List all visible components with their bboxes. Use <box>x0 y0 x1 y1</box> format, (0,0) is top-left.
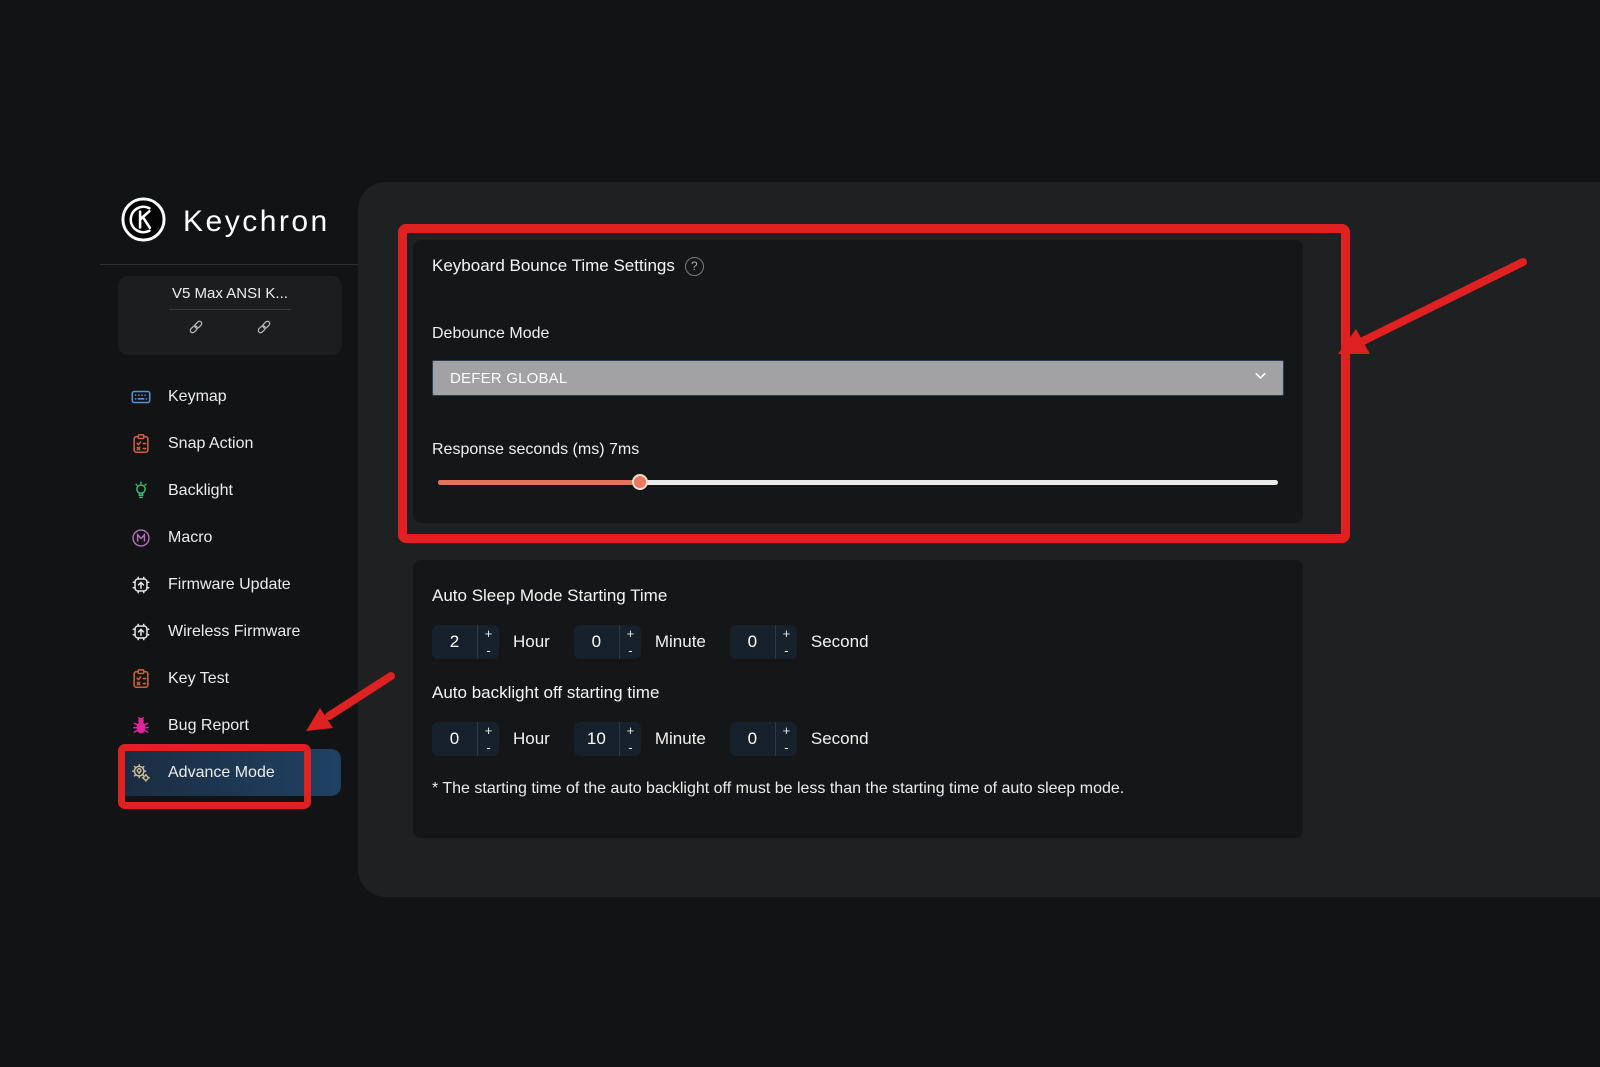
backlight-second-stepper: 0 + - Second <box>729 722 869 756</box>
device-card-divider <box>169 309 291 310</box>
clipboard-icon <box>130 433 152 455</box>
response-slider-handle[interactable] <box>631 474 648 490</box>
auto-sleep-title: Auto Sleep Mode Starting Time <box>432 586 668 605</box>
auto-backlight-title: Auto backlight off starting time <box>432 683 660 702</box>
sleep-second-stepper: 0 + - Second <box>729 625 869 659</box>
debounce-mode-select[interactable]: DEFER GLOBAL <box>432 360 1284 396</box>
decrement-button[interactable]: - <box>478 642 499 659</box>
auto-sleep-time-row: 2 + - Hour 0 + - Minute 0 + - Second <box>432 625 869 659</box>
sidebar-item-key-test[interactable]: Key Test <box>118 655 341 702</box>
second-unit-label: Second <box>810 632 869 651</box>
minute-unit-label: Minute <box>654 729 706 748</box>
sidebar-item-advance-mode[interactable]: Advance Mode <box>118 749 341 796</box>
sidebar-item-backlight[interactable]: Backlight <box>118 467 341 514</box>
macro-m-icon <box>130 527 152 549</box>
brand-logo: Keychron <box>120 196 330 248</box>
hour-unit-label: Hour <box>513 632 550 651</box>
sidebar-item-label: Bug Report <box>168 716 249 734</box>
help-icon[interactable]: ? <box>684 256 704 276</box>
chip-upload-icon <box>130 574 152 596</box>
bug-icon <box>130 715 152 737</box>
backlight-second-value: 0 <box>747 729 758 748</box>
increment-button[interactable]: + <box>478 625 499 642</box>
sleep-second-value: 0 <box>747 632 758 651</box>
increment-button[interactable]: + <box>776 722 797 739</box>
sidebar-item-label: Wireless Firmware <box>168 622 301 640</box>
decrement-button[interactable]: - <box>776 739 797 756</box>
second-unit-label: Second <box>810 729 869 748</box>
bounce-settings-title: Keyboard Bounce Time Settings <box>432 256 675 275</box>
auto-sleep-settings-card: Auto Sleep Mode Starting Time 2 + - Hour… <box>413 560 1303 838</box>
sidebar-menu: Keymap Snap Action Backlight Macro Firmw… <box>118 373 341 796</box>
link-icon[interactable] <box>187 318 205 336</box>
backlight-minute-value: 10 <box>586 729 606 748</box>
backlight-hour-value: 0 <box>449 729 460 748</box>
sidebar-item-label: Keymap <box>168 387 227 405</box>
brand-name: Keychron <box>183 205 330 238</box>
sidebar-item-macro[interactable]: Macro <box>118 514 341 561</box>
bounce-time-settings-card: Keyboard Bounce Time Settings ? Debounce… <box>413 240 1303 523</box>
sidebar-item-label: Macro <box>168 528 213 546</box>
debounce-mode-value: DEFER GLOBAL <box>450 369 568 387</box>
sidebar-item-wireless-firmware[interactable]: Wireless Firmware <box>118 608 341 655</box>
sidebar-item-label: Backlight <box>168 481 233 499</box>
keyboard-icon <box>130 386 152 408</box>
response-slider-fill <box>438 480 640 485</box>
sidebar-divider <box>100 264 358 265</box>
gear-bulb-icon <box>130 762 152 784</box>
decrement-button[interactable]: - <box>620 642 641 659</box>
device-name: V5 Max ANSI K... <box>172 285 288 302</box>
sidebar-item-label: Advance Mode <box>168 763 275 781</box>
sidebar-item-label: Firmware Update <box>168 575 291 593</box>
hour-unit-label: Hour <box>513 729 550 748</box>
sidebar: Keychron V5 Max ANSI K... Keymap Snap Ac… <box>0 0 358 1067</box>
backlight-hour-stepper: 0 + - Hour <box>432 722 550 756</box>
increment-button[interactable]: + <box>620 625 641 642</box>
sidebar-item-keymap[interactable]: Keymap <box>118 373 341 420</box>
increment-button[interactable]: + <box>478 722 499 739</box>
backlight-minute-stepper: 10 + - Minute <box>573 722 706 756</box>
sidebar-item-label: Snap Action <box>168 434 254 452</box>
sleep-minute-value: 0 <box>591 632 602 651</box>
response-slider[interactable] <box>438 474 1278 490</box>
chip-upload-icon <box>130 621 152 643</box>
chevron-down-icon <box>1252 367 1269 389</box>
sidebar-item-snap-action[interactable]: Snap Action <box>118 420 341 467</box>
device-card: V5 Max ANSI K... <box>118 276 342 355</box>
link-icon[interactable] <box>255 318 273 336</box>
sleep-hour-value: 2 <box>449 632 460 651</box>
decrement-button[interactable]: - <box>478 739 499 756</box>
auto-backlight-time-row: 0 + - Hour 10 + - Minute 0 + - Second <box>432 722 869 756</box>
increment-button[interactable]: + <box>620 722 641 739</box>
response-seconds-label: Response seconds (ms) 7ms <box>432 441 640 458</box>
minute-unit-label: Minute <box>654 632 706 651</box>
decrement-button[interactable]: - <box>620 739 641 756</box>
debounce-mode-label: Debounce Mode <box>432 325 550 342</box>
sleep-minute-stepper: 0 + - Minute <box>573 625 706 659</box>
sidebar-item-bug-report[interactable]: Bug Report <box>118 702 341 749</box>
bulb-icon <box>130 480 152 502</box>
sleep-hour-stepper: 2 + - Hour <box>432 625 550 659</box>
sidebar-item-label: Key Test <box>168 669 230 687</box>
keychron-logo-icon <box>120 196 167 248</box>
increment-button[interactable]: + <box>776 625 797 642</box>
clipboard-icon <box>130 668 152 690</box>
backlight-note: * The starting time of the auto backligh… <box>432 780 1125 797</box>
sidebar-item-firmware-update[interactable]: Firmware Update <box>118 561 341 608</box>
decrement-button[interactable]: - <box>776 642 797 659</box>
